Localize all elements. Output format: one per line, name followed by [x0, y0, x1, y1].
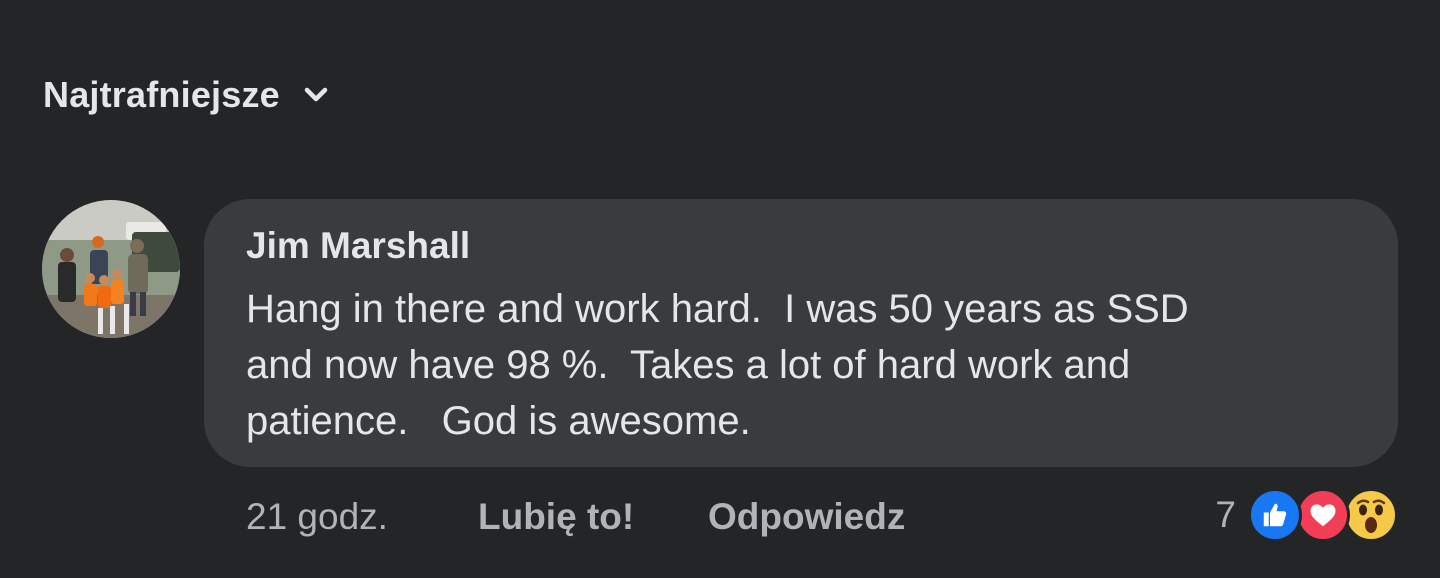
comments-panel: Najtrafniejsze Jim Marshall Hang in ther…	[0, 0, 1440, 578]
chevron-down-icon	[302, 81, 330, 109]
sort-dropdown[interactable]: Najtrafniejsze	[43, 70, 330, 120]
avatar[interactable]	[42, 200, 180, 338]
comment-bubble: Jim Marshall Hang in there and work hard…	[204, 199, 1398, 467]
reaction-count: 7	[1215, 494, 1236, 535]
comment-actions: 21 godz. Lubię to! Odpowiedz	[246, 492, 905, 542]
comment-timestamp[interactable]: 21 godz.	[246, 496, 478, 538]
wow-icon	[1344, 488, 1398, 542]
comment-text: Hang in there and work hard. I was 50 ye…	[246, 287, 1189, 443]
like-button[interactable]: Lubię to!	[478, 496, 708, 538]
reactions-summary[interactable]: 7	[1215, 486, 1398, 544]
reply-button[interactable]: Odpowiedz	[708, 496, 905, 538]
love-icon	[1296, 488, 1350, 542]
sort-label: Najtrafniejsze	[43, 74, 280, 115]
like-icon	[1248, 488, 1302, 542]
comment-author[interactable]: Jim Marshall	[246, 225, 470, 267]
